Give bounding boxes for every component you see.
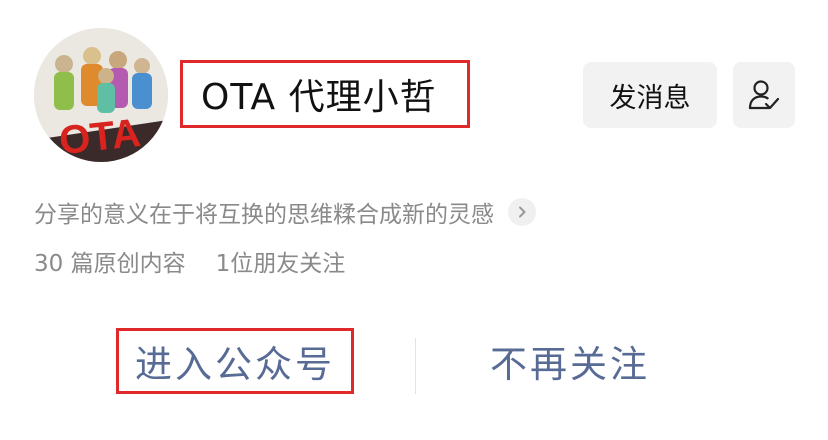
- action-divider: [415, 338, 416, 394]
- avatar-image: OTA: [34, 28, 168, 162]
- account-name: OTA 代理小哲: [201, 77, 437, 118]
- user-settings-button[interactable]: [733, 62, 795, 128]
- bio-text: 分享的意义在于将互换的思维糅合成新的灵感: [34, 202, 494, 228]
- enter-account-label: 进入公众号: [135, 343, 335, 386]
- unfollow-button[interactable]: 不再关注: [470, 328, 670, 394]
- avatar[interactable]: OTA: [34, 28, 168, 162]
- avatar-logo-text: OTA: [57, 111, 143, 162]
- send-message-label: 发消息: [609, 82, 691, 114]
- account-name-highlight: OTA 代理小哲: [180, 60, 470, 128]
- stats-row: 30 篇原创内容 1位朋友关注: [34, 242, 345, 280]
- unfollow-label: 不再关注: [490, 343, 650, 386]
- chevron-right-icon[interactable]: [508, 198, 536, 226]
- bio-row[interactable]: 分享的意义在于将互换的思维糅合成新的灵感: [34, 192, 536, 232]
- user-check-icon: [748, 80, 780, 110]
- friends-following-count[interactable]: 1位朋友关注: [216, 244, 346, 278]
- enter-account-button[interactable]: 进入公众号: [116, 328, 354, 394]
- original-content-count[interactable]: 30 篇原创内容: [34, 244, 186, 278]
- send-message-button[interactable]: 发消息: [583, 62, 717, 128]
